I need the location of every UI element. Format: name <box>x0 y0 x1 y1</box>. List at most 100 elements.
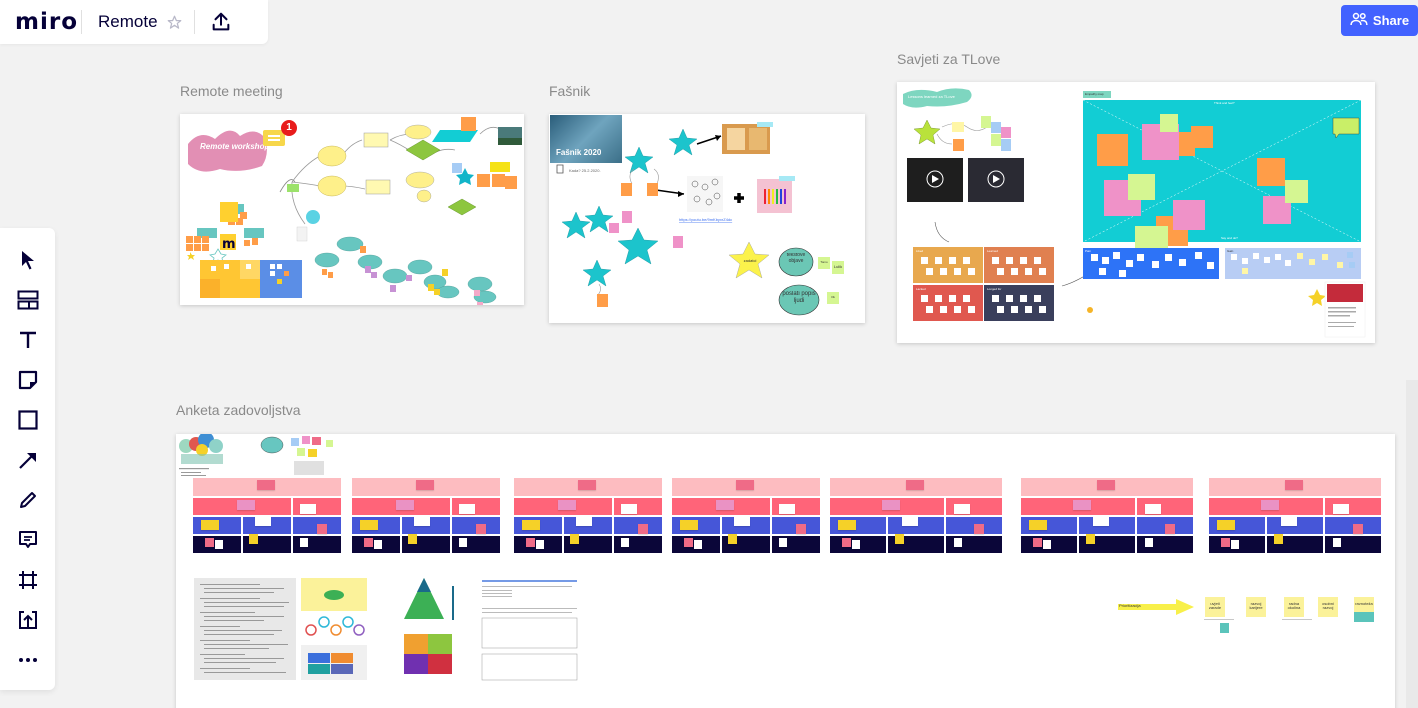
survey-block[interactable] <box>352 478 500 554</box>
sticky-note[interactable] <box>1097 480 1115 490</box>
vertical-scrollbar[interactable] <box>1406 380 1418 708</box>
sticky-note[interactable] <box>728 534 738 544</box>
sticky-note[interactable] <box>249 534 259 544</box>
comment-count-badge[interactable]: 1 <box>281 120 297 136</box>
retro-card[interactable]: Learned <box>984 247 1054 283</box>
sticky-note[interactable] <box>522 520 540 530</box>
sticky-note[interactable] <box>935 257 942 264</box>
sticky-note[interactable] <box>949 257 956 264</box>
sticky-note[interactable] <box>299 504 316 514</box>
sticky-note[interactable] <box>317 524 328 534</box>
sticky-note[interactable] <box>255 516 272 526</box>
tool-connection-line[interactable] <box>14 446 42 474</box>
sticky-note[interactable] <box>526 538 535 547</box>
survey-block[interactable] <box>193 478 341 554</box>
sticky-note[interactable] <box>1093 516 1110 526</box>
tool-select[interactable] <box>14 246 42 274</box>
sticky-note[interactable] <box>1285 480 1303 490</box>
survey-block[interactable] <box>830 478 1002 554</box>
sticky-note[interactable] <box>963 295 970 302</box>
sticky-note[interactable] <box>838 520 856 530</box>
sticky-note[interactable] <box>1332 504 1349 514</box>
star-icon[interactable] <box>167 15 182 30</box>
sticky-note[interactable] <box>796 524 807 534</box>
sticky-note[interactable] <box>680 520 698 530</box>
survey-block[interactable] <box>1021 478 1193 554</box>
frame-title-savjeti[interactable]: Savjeti za TLove <box>897 51 1000 67</box>
tool-upload[interactable] <box>14 606 42 634</box>
sticky-note[interactable] <box>1072 500 1091 510</box>
sticky-note[interactable] <box>1025 268 1032 275</box>
sticky-note[interactable] <box>734 516 751 526</box>
sticky-note[interactable] <box>997 268 1004 275</box>
priority-sticky[interactable]: razvoj karijere <box>1246 602 1266 611</box>
sticky-note[interactable] <box>1020 257 1027 264</box>
sticky-note[interactable] <box>778 538 787 547</box>
sticky-note[interactable] <box>1353 524 1364 534</box>
tool-comment[interactable] <box>14 526 42 554</box>
sticky-note[interactable] <box>968 268 975 275</box>
priority-sticky[interactable]: uvjeti zarade <box>1205 602 1225 611</box>
sticky-note[interactable] <box>1011 306 1018 313</box>
sticky-note[interactable] <box>895 534 905 544</box>
sticky-note[interactable] <box>205 538 214 547</box>
sticky-note[interactable] <box>1144 504 1161 514</box>
sticky-note[interactable] <box>416 480 434 490</box>
retro-card[interactable]: Longed for <box>984 285 1054 321</box>
survey-block[interactable] <box>514 478 662 554</box>
share-button[interactable]: Share <box>1341 5 1418 36</box>
tool-pen[interactable] <box>14 486 42 514</box>
sticky-note[interactable] <box>1039 268 1046 275</box>
sticky-note[interactable] <box>881 500 900 510</box>
sticky-note[interactable] <box>736 480 754 490</box>
sticky-note[interactable] <box>1034 295 1041 302</box>
sticky-note[interactable] <box>842 538 851 547</box>
sticky-note[interactable] <box>458 538 467 547</box>
sticky-note[interactable] <box>1221 538 1230 547</box>
sticky-note[interactable] <box>638 524 649 534</box>
retro-card[interactable]: Liked <box>913 247 983 283</box>
survey-block[interactable] <box>672 478 820 554</box>
export-icon[interactable] <box>210 11 232 33</box>
sticky-note[interactable] <box>1020 295 1027 302</box>
sticky-note[interactable] <box>1260 500 1279 510</box>
sticky-note[interactable] <box>940 268 947 275</box>
sticky-note[interactable] <box>215 540 223 549</box>
sticky-note[interactable] <box>953 538 962 547</box>
sticky-note[interactable] <box>1043 540 1051 549</box>
retro-card[interactable]: Lacked <box>913 285 983 321</box>
tool-shape[interactable] <box>14 406 42 434</box>
sticky-note[interactable] <box>620 538 629 547</box>
tool-text[interactable] <box>14 326 42 354</box>
sticky-note[interactable] <box>1231 540 1239 549</box>
sticky-note[interactable] <box>1274 534 1284 544</box>
sticky-note[interactable] <box>364 538 373 547</box>
sticky-note[interactable] <box>940 306 947 313</box>
survey-block[interactable] <box>1209 478 1381 554</box>
tool-more[interactable] <box>14 646 42 674</box>
sticky-note[interactable] <box>926 268 933 275</box>
sticky-note[interactable] <box>963 257 970 264</box>
sticky-note[interactable] <box>997 306 1004 313</box>
miro-logo[interactable]: miro <box>15 9 81 35</box>
sticky-note[interactable] <box>1011 268 1018 275</box>
frame-title-fasnik[interactable]: Fašnik <box>549 83 590 99</box>
sticky-note[interactable] <box>257 480 275 490</box>
frame-fasnik[interactable]: Fašnik 2020 Kada? 25.2.2020. https://you… <box>549 114 865 323</box>
sticky-note[interactable] <box>1217 520 1235 530</box>
sticky-note[interactable] <box>1006 257 1013 264</box>
sticky-note[interactable] <box>360 520 378 530</box>
frame-anketa-zadovoljstva[interactable]: Prioritizacija uvjeti zarade razvoj karij… <box>176 434 1395 708</box>
sticky-note[interactable] <box>201 520 219 530</box>
sticky-note[interactable] <box>906 480 924 490</box>
sticky-note[interactable] <box>1033 538 1042 547</box>
sticky-note[interactable] <box>1144 538 1153 547</box>
frame-savjeti-za-tlove[interactable]: Lessons learned za TLove Empathy map Thi… <box>897 82 1375 343</box>
sticky-note[interactable] <box>1025 306 1032 313</box>
sticky-note[interactable] <box>968 306 975 313</box>
tool-frame[interactable] <box>14 566 42 594</box>
priority-sticky[interactable]: radna okolina <box>1284 602 1304 611</box>
sticky-note[interactable] <box>570 534 580 544</box>
sticky-note[interactable] <box>949 295 956 302</box>
sticky-note[interactable] <box>1039 306 1046 313</box>
